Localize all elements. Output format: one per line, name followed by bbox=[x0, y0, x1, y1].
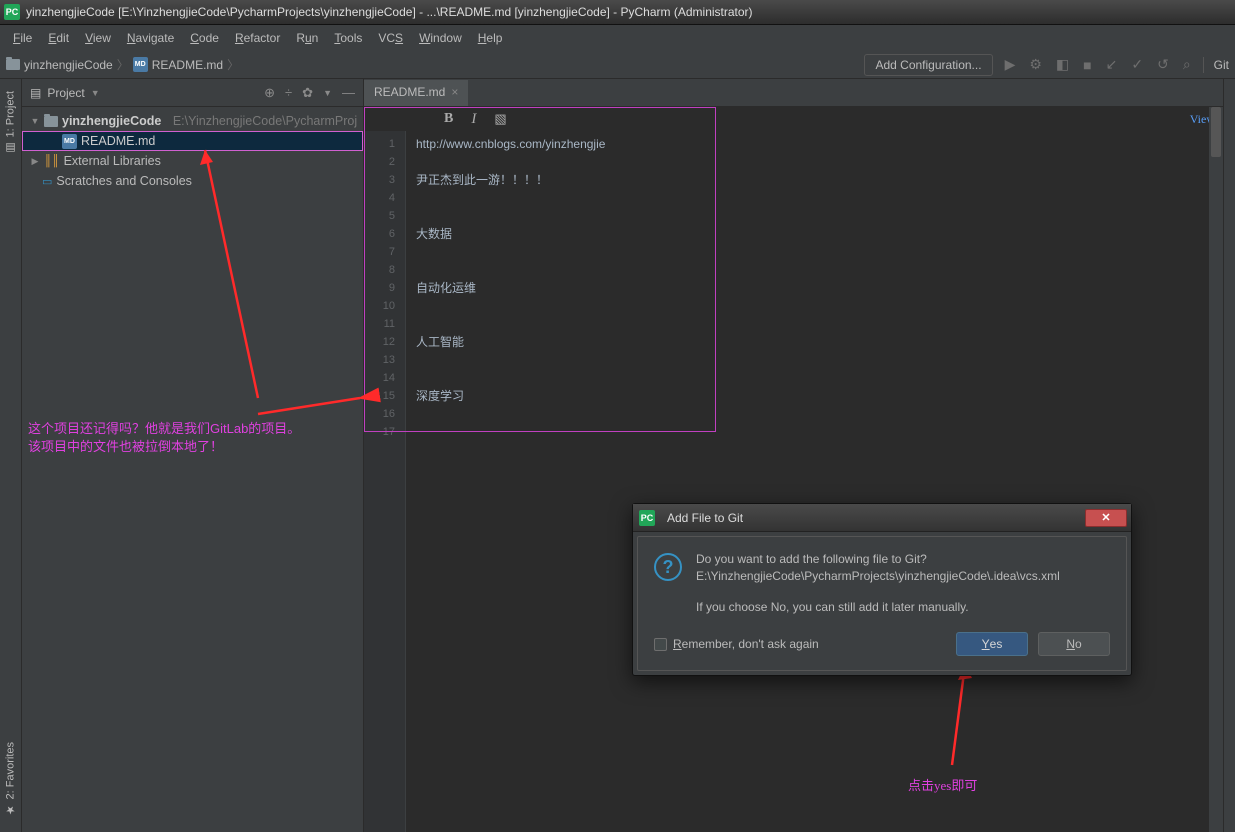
menu-refactor[interactable]: Refactor bbox=[228, 28, 287, 48]
stop-icon[interactable]: ■ bbox=[1081, 57, 1093, 73]
menu-view[interactable]: View bbox=[78, 28, 118, 48]
project-tree: ▼ yinzhengjieCode E:\YinzhengjieCode\Pyc… bbox=[22, 107, 363, 195]
question-icon: ? bbox=[654, 553, 682, 581]
code-editor[interactable]: 1234567891011121314151617 http://www.cnb… bbox=[364, 131, 1223, 832]
dropdown-icon[interactable]: ▼ bbox=[323, 88, 332, 98]
scrollbar-thumb[interactable] bbox=[1211, 107, 1221, 157]
editor-area: README.md × B I ▧ View 12345678910111213… bbox=[364, 79, 1223, 832]
vertical-scrollbar[interactable] bbox=[1209, 107, 1223, 832]
menu-file[interactable]: File bbox=[6, 28, 39, 48]
breadcrumb: yinzhengjieCode 〉 MD README.md 〉 bbox=[6, 56, 239, 73]
close-icon[interactable]: × bbox=[451, 85, 458, 99]
bold-icon[interactable]: B bbox=[444, 111, 453, 127]
app-icon: PC bbox=[639, 510, 655, 526]
collapse-icon[interactable]: ÷ bbox=[285, 85, 292, 100]
tool-tab-favorites[interactable]: ★2: Favorites bbox=[2, 736, 19, 822]
image-icon[interactable]: ▧ bbox=[494, 111, 506, 127]
update-icon[interactable]: ↙ bbox=[1104, 56, 1120, 73]
tree-project-root[interactable]: ▼ yinzhengjieCode E:\YinzhengjieCode\Pyc… bbox=[22, 111, 363, 131]
annotation-text-2: 点击yes即可 bbox=[908, 775, 977, 794]
debug-icon[interactable]: ⚙ bbox=[1027, 56, 1044, 73]
tree-scratches[interactable]: ▭ Scratches and Consoles bbox=[22, 171, 363, 191]
chevron-right-icon[interactable]: ▶ bbox=[30, 156, 40, 167]
breadcrumb-file[interactable]: MD README.md bbox=[133, 57, 223, 72]
checkbox-icon[interactable] bbox=[654, 638, 667, 651]
window-titlebar: PC yinzhengjieCode [E:\YinzhengjieCode\P… bbox=[0, 0, 1235, 25]
dialog-titlebar[interactable]: PC Add File to Git ✕ bbox=[633, 504, 1131, 532]
right-tool-strip bbox=[1223, 79, 1235, 832]
line-numbers: 1234567891011121314151617 bbox=[364, 131, 406, 832]
breadcrumb-sep: 〉 bbox=[227, 56, 239, 73]
menu-navigate[interactable]: Navigate bbox=[120, 28, 181, 48]
coverage-icon[interactable]: ◧ bbox=[1054, 56, 1071, 73]
editor-tab-readme[interactable]: README.md × bbox=[364, 80, 468, 106]
project-header: ▤ Project ▼ ⊕ ÷ ✿ ▼ — bbox=[22, 79, 363, 107]
remember-checkbox[interactable]: Remember, don't ask again bbox=[654, 637, 819, 651]
project-tool-icon: ▤ bbox=[30, 86, 41, 100]
menu-vcs[interactable]: VCS bbox=[371, 28, 410, 48]
dropdown-icon[interactable]: ▼ bbox=[91, 88, 100, 98]
left-tool-strip: ▤1: Project ★2: Favorites bbox=[0, 79, 22, 832]
git-label[interactable]: Git bbox=[1214, 58, 1229, 72]
add-file-to-git-dialog: PC Add File to Git ✕ ? Do you want to ad… bbox=[632, 503, 1132, 676]
scratches-icon: ▭ bbox=[42, 175, 52, 188]
app-icon: PC bbox=[4, 4, 20, 20]
chevron-down-icon[interactable]: ▼ bbox=[30, 116, 40, 126]
annotation-text-1: 这个项目还记得吗？他就是我们GitLab的项目。 该项目中的文件也被拉倒本地了！ bbox=[28, 420, 300, 456]
no-button[interactable]: No bbox=[1038, 632, 1110, 656]
editor-tabbar: README.md × bbox=[364, 79, 1223, 107]
dialog-close-button[interactable]: ✕ bbox=[1085, 509, 1127, 527]
tool-tab-project[interactable]: ▤1: Project bbox=[2, 85, 19, 160]
target-icon[interactable]: ⊕ bbox=[264, 85, 275, 101]
run-icon[interactable]: ▶ bbox=[1003, 56, 1018, 73]
tree-file-readme[interactable]: MD README.md bbox=[22, 131, 363, 151]
code-content[interactable]: http://www.cnblogs.com/yinzhengjie 尹正杰到此… bbox=[406, 131, 1223, 832]
gear-icon[interactable]: ✿ bbox=[302, 85, 313, 101]
library-icon: ║║ bbox=[44, 155, 60, 167]
breadcrumb-sep: 〉 bbox=[117, 56, 129, 73]
tree-external-libraries[interactable]: ▶ ║║ External Libraries bbox=[22, 151, 363, 171]
hide-icon[interactable]: — bbox=[342, 85, 355, 100]
menu-bar: File Edit View Navigate Code Refactor Ru… bbox=[0, 25, 1235, 51]
dialog-title: Add File to Git bbox=[667, 511, 743, 525]
menu-code[interactable]: Code bbox=[183, 28, 226, 48]
menu-tools[interactable]: Tools bbox=[327, 28, 369, 48]
navigation-bar: yinzhengjieCode 〉 MD README.md 〉 Add Con… bbox=[0, 51, 1235, 79]
add-configuration-button[interactable]: Add Configuration... bbox=[864, 54, 992, 76]
markdown-toolbar: B I ▧ View bbox=[364, 107, 1223, 131]
breadcrumb-root[interactable]: yinzhengjieCode bbox=[6, 58, 113, 72]
markdown-icon: MD bbox=[133, 57, 148, 72]
italic-icon[interactable]: I bbox=[471, 111, 476, 128]
menu-window[interactable]: Window bbox=[412, 28, 469, 48]
search-icon[interactable]: ⌕ bbox=[1181, 56, 1193, 73]
folder-icon bbox=[44, 116, 58, 127]
folder-icon bbox=[6, 59, 20, 70]
markdown-icon: MD bbox=[62, 134, 77, 149]
commit-icon[interactable]: ✓ bbox=[1129, 56, 1145, 73]
menu-run[interactable]: Run bbox=[289, 28, 325, 48]
history-icon[interactable]: ↺ bbox=[1155, 56, 1171, 73]
menu-help[interactable]: Help bbox=[471, 28, 510, 48]
menu-edit[interactable]: Edit bbox=[41, 28, 76, 48]
window-title: yinzhengjieCode [E:\YinzhengjieCode\Pych… bbox=[26, 5, 753, 19]
yes-button[interactable]: Yes bbox=[956, 632, 1028, 656]
project-title[interactable]: Project bbox=[47, 86, 84, 100]
dialog-message: Do you want to add the following file to… bbox=[696, 551, 1060, 616]
